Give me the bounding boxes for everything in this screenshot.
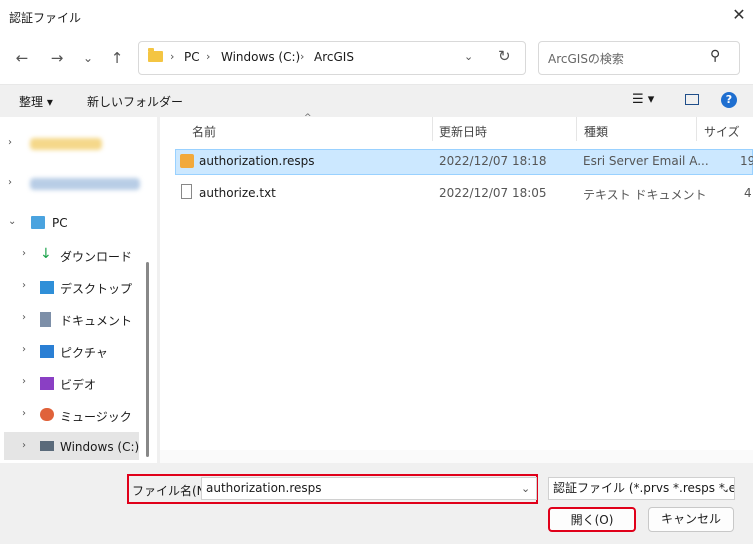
history-icon[interactable]: ⌄ <box>75 45 101 71</box>
preview-pane-icon[interactable] <box>685 94 699 105</box>
title-bar <box>0 0 753 34</box>
text-file-icon <box>181 184 192 199</box>
organize-button[interactable]: 整理 ▾ <box>19 93 53 110</box>
file-type: テキスト ドキュメント <box>583 188 707 202</box>
file-type-filter[interactable]: 認証ファイル (*.prvs *.resps *.eslf <box>548 477 735 500</box>
column-header-modified[interactable]: 更新日時 <box>439 123 487 140</box>
column-divider[interactable] <box>696 117 697 141</box>
documents-icon <box>40 312 51 327</box>
music-icon <box>40 408 54 421</box>
breadcrumb-arcgis[interactable]: ArcGIS <box>314 50 354 64</box>
breadcrumb-windows[interactable]: Windows (C:) <box>221 50 300 64</box>
blurred-item <box>30 138 102 150</box>
sidebar-item-downloads[interactable]: ダウンロード <box>60 248 132 265</box>
desktop-icon <box>40 281 54 294</box>
key-file-icon <box>180 154 194 168</box>
horizontal-scrollbar[interactable] <box>160 450 753 463</box>
folder-icon <box>148 48 163 62</box>
refresh-icon[interactable]: ↻ <box>498 47 511 65</box>
chevron-right-icon[interactable]: › <box>8 177 12 188</box>
back-icon[interactable]: ← <box>9 45 35 71</box>
download-icon: ↓ <box>40 246 52 262</box>
chevron-down-icon[interactable]: ⌄ <box>521 482 530 495</box>
column-divider[interactable] <box>576 117 577 141</box>
sidebar-item-pictures[interactable]: ピクチャ <box>60 344 108 361</box>
file-size: 19 <box>740 154 753 168</box>
blurred-item <box>30 178 140 190</box>
pc-icon <box>31 216 45 229</box>
chevron-right-icon[interactable]: › <box>22 408 26 419</box>
drive-icon <box>40 441 54 451</box>
chevron-down-icon[interactable]: ⌄ <box>8 216 16 227</box>
sidebar-item-windows-c[interactable]: Windows (C:) <box>60 440 139 454</box>
open-button[interactable]: 開く(O) <box>548 507 636 532</box>
cancel-button[interactable]: キャンセル <box>648 507 734 532</box>
sidebar-item-documents[interactable]: ドキュメント <box>60 312 132 329</box>
address-dropdown-icon[interactable]: ⌄ <box>464 50 473 63</box>
chevron-right-icon: › <box>300 50 305 63</box>
breadcrumb-pc[interactable]: PC <box>184 50 200 64</box>
chevron-right-icon[interactable]: › <box>22 280 26 291</box>
window-title: 認証ファイル <box>9 11 82 25</box>
view-menu-icon[interactable]: ☰ ▾ <box>632 92 654 107</box>
column-divider[interactable] <box>432 117 433 141</box>
column-header-name[interactable]: 名前 <box>192 123 216 140</box>
sort-up-icon: ^ <box>304 113 312 123</box>
forward-icon[interactable]: → <box>44 45 70 71</box>
file-modified: 2022/12/07 18:18 <box>439 154 547 168</box>
close-icon[interactable]: ✕ <box>729 5 749 25</box>
chevron-right-icon[interactable]: › <box>22 248 26 259</box>
help-icon[interactable]: ? <box>721 92 737 108</box>
sidebar-item-videos[interactable]: ビデオ <box>60 376 96 393</box>
chevron-right-icon[interactable]: › <box>22 312 26 323</box>
videos-icon <box>40 377 54 390</box>
file-name[interactable]: authorize.txt <box>199 186 276 200</box>
file-name[interactable]: authorization.resps <box>199 154 315 168</box>
sidebar-item-pc[interactable]: PC <box>52 216 68 230</box>
chevron-right-icon[interactable]: › <box>22 440 26 451</box>
chevron-right-icon[interactable]: › <box>22 376 26 387</box>
sidebar-item-desktop[interactable]: デスクトップ <box>60 280 132 297</box>
up-icon[interactable]: ↑ <box>104 45 130 71</box>
search-icon[interactable]: ⚲ <box>710 48 720 64</box>
sidebar-item-music[interactable]: ミュージック <box>60 408 132 425</box>
chevron-right-icon: › <box>206 50 211 63</box>
search-placeholder: ArcGISの検索 <box>548 52 624 66</box>
navpane-scrollbar[interactable] <box>146 262 149 457</box>
file-size: 4 <box>744 186 752 200</box>
file-modified: 2022/12/07 18:05 <box>439 186 547 200</box>
column-header-size[interactable]: サイズ <box>704 123 740 140</box>
pictures-icon <box>40 345 54 358</box>
file-type: Esri Server Email A... <box>583 154 709 168</box>
chevron-right-icon[interactable]: › <box>8 137 12 148</box>
column-header-type[interactable]: 種類 <box>584 123 608 140</box>
filename-field[interactable]: authorization.resps <box>201 477 537 500</box>
chevron-down-icon[interactable]: ⌄ <box>721 482 730 495</box>
chevron-right-icon: › <box>170 50 175 63</box>
chevron-right-icon[interactable]: › <box>22 344 26 355</box>
new-folder-button[interactable]: 新しいフォルダー <box>87 93 183 110</box>
